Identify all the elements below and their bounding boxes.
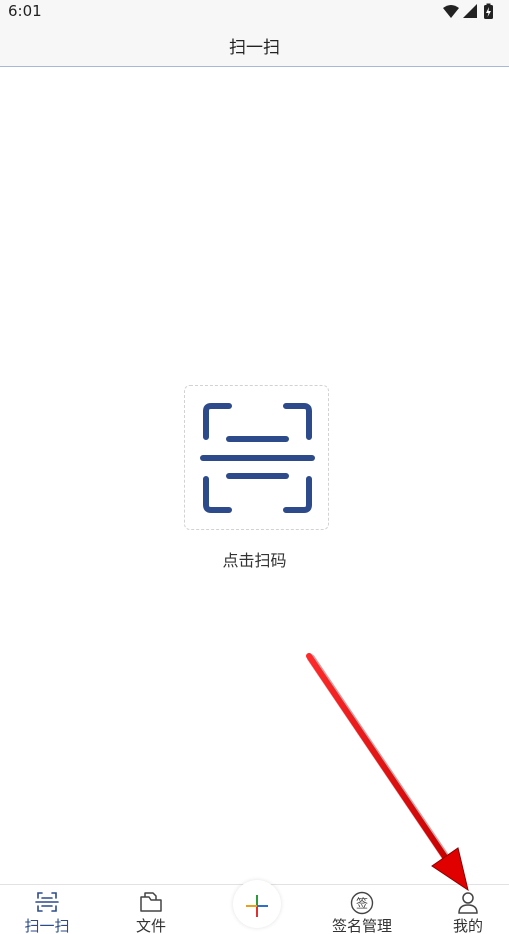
folder-icon [140, 892, 162, 912]
tab-files-label: 文件 [135, 917, 166, 934]
screen: 6:01 扫一扫 点击扫码 扫一扫 文件 签 签名管理 我的 [0, 0, 509, 934]
scan-icon [35, 892, 59, 912]
scan-icon [200, 403, 315, 513]
page-title: 扫一扫 [229, 38, 280, 58]
scan-button[interactable] [184, 385, 329, 530]
wifi-icon [443, 5, 459, 18]
signal-icon [463, 4, 477, 18]
svg-text:签: 签 [356, 896, 368, 911]
tab-files[interactable]: 文件 [104, 885, 198, 934]
title-bar: 扫一扫 [0, 24, 509, 67]
tab-scan-label: 扫一扫 [24, 917, 70, 934]
signature-icon: 签 [350, 891, 374, 915]
user-icon [458, 892, 478, 914]
tab-profile[interactable]: 我的 [421, 885, 509, 934]
scan-label: 点击扫码 [222, 551, 287, 570]
tab-scan[interactable]: 扫一扫 [0, 885, 94, 934]
plus-icon [246, 895, 268, 917]
tab-signature[interactable]: 签 签名管理 [311, 885, 413, 934]
status-bar: 6:01 [0, 0, 509, 24]
status-time: 6:01 [8, 2, 42, 20]
tab-profile-label: 我的 [452, 917, 483, 934]
tab-signature-label: 签名管理 [331, 917, 392, 934]
add-button[interactable] [233, 880, 281, 928]
status-icons [443, 3, 493, 19]
